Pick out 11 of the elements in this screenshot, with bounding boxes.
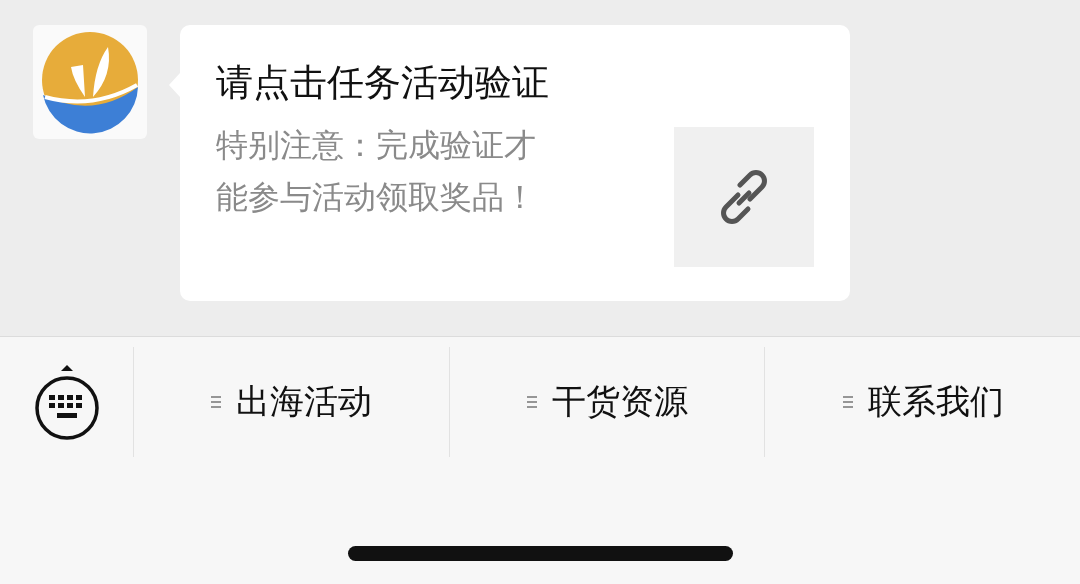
message-card[interactable]: 请点击任务活动验证 特别注意：完成验证才能参与活动领取奖品！ bbox=[180, 25, 850, 301]
menu-tab[interactable]: 出海活动 bbox=[133, 347, 449, 457]
avatar-logo-icon[interactable] bbox=[33, 25, 147, 139]
menu-icon bbox=[841, 395, 854, 409]
menu-icon bbox=[526, 395, 538, 409]
message-title: 请点击任务活动验证 bbox=[216, 60, 550, 106]
menu-tab[interactable]: 干货资源 bbox=[448, 347, 765, 457]
menu-tab[interactable]: 联系我们 bbox=[764, 347, 1080, 457]
menu-icon bbox=[210, 395, 223, 409]
keyboard-icon[interactable] bbox=[33, 363, 100, 441]
message-description: 特别注意：完成验证才能参与活动领取奖品！ bbox=[216, 125, 537, 218]
